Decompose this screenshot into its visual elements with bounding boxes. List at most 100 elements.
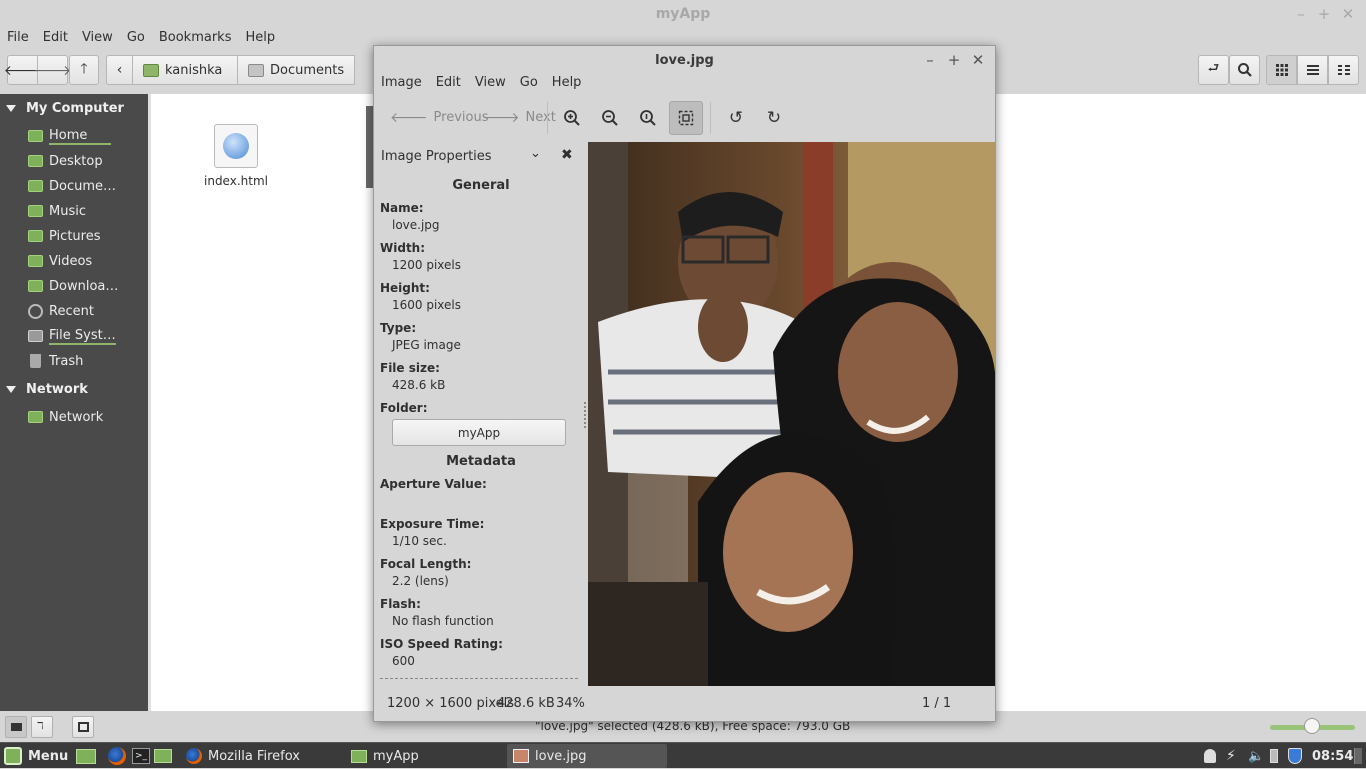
task-firefox[interactable]: Mozilla Firefox	[180, 744, 340, 768]
sidebar-item-home[interactable]: Home	[28, 126, 112, 146]
zoom-in-icon	[564, 110, 580, 126]
sidebar-item-label: Desktop	[49, 153, 103, 169]
zoom-out-button[interactable]	[593, 101, 627, 135]
status-page: 1 / 1	[922, 696, 952, 711]
image-canvas[interactable]	[588, 142, 995, 686]
zoom-in-button[interactable]	[555, 101, 589, 135]
minimize-icon[interactable]: –	[1293, 6, 1309, 22]
toggle-location-button[interactable]: ⮐	[1198, 55, 1229, 85]
zoom-slider-handle[interactable]	[1304, 718, 1320, 734]
close-icon[interactable]: ✕	[1340, 6, 1356, 22]
sidebar-item-downloads[interactable]: Downloa…	[28, 276, 118, 296]
compact-view-button[interactable]	[1328, 55, 1359, 85]
icon-view-button[interactable]	[1266, 55, 1297, 85]
menu-bookmarks[interactable]: Bookmarks	[152, 28, 239, 48]
menu-edit[interactable]: Edit	[429, 73, 468, 93]
menu-help[interactable]: Help	[545, 73, 589, 93]
firefox-icon	[108, 747, 126, 765]
prop-label: Exposure Time:	[380, 517, 485, 531]
window-title: love.jpg	[655, 52, 714, 68]
close-pane-icon[interactable]: ✖	[561, 147, 573, 163]
list-view-button[interactable]	[1297, 55, 1328, 85]
menu-go[interactable]: Go	[120, 28, 152, 48]
sidebar-item-videos[interactable]: Videos	[28, 251, 92, 271]
open-folder-button[interactable]: myApp	[392, 419, 566, 446]
minimize-icon[interactable]: –	[922, 51, 938, 69]
sidebar-item-filesystem[interactable]: File Syst…	[28, 326, 116, 346]
sidebar-item-network[interactable]: Network	[28, 407, 103, 427]
maximize-icon[interactable]: +	[946, 51, 962, 69]
task-label: love.jpg	[535, 748, 587, 764]
normal-size-button[interactable]	[631, 101, 665, 135]
terminal-launcher[interactable]: >_	[132, 743, 150, 769]
menu-edit[interactable]: Edit	[36, 28, 75, 48]
battery-icon[interactable]	[1270, 743, 1278, 769]
prop-exposure: 1/10 sec.	[392, 534, 447, 548]
menu-image[interactable]: Image	[374, 73, 429, 93]
sidebar-item-label: Downloa…	[49, 278, 119, 294]
menu-file[interactable]: File	[0, 28, 36, 48]
task-myapp[interactable]: myApp	[345, 744, 503, 768]
rotate-left-button[interactable]: ↺	[719, 101, 753, 135]
show-treeview-button[interactable]: ℸ	[31, 716, 53, 738]
sidebar-item-trash[interactable]: Trash	[28, 351, 83, 371]
menu-help[interactable]: Help	[238, 28, 282, 48]
up-button[interactable]: 🡑	[69, 55, 99, 85]
prop-type: JPEG image	[392, 338, 461, 352]
task-love-jpg[interactable]: love.jpg	[507, 744, 667, 768]
menu-button[interactable]: Menu	[4, 743, 68, 769]
sidebar-item-pictures[interactable]: Pictures	[28, 226, 100, 246]
user-icon[interactable]	[1204, 743, 1216, 769]
prop-label: Width:	[380, 241, 426, 255]
mint-logo-icon	[4, 747, 22, 765]
file-item[interactable]: index.html	[201, 124, 271, 188]
network-icon[interactable]: ⚡	[1226, 743, 1236, 769]
sidebar-item-desktop[interactable]: Desktop	[28, 151, 103, 171]
rotate-right-button[interactable]: ↻	[757, 101, 791, 135]
menu-go[interactable]: Go	[513, 73, 545, 93]
forward-button[interactable]: 🡒	[34, 55, 71, 85]
sound-icon[interactable]: 🔈	[1248, 743, 1264, 769]
maximize-icon[interactable]: +	[1316, 6, 1332, 22]
best-fit-button[interactable]	[669, 101, 703, 135]
show-places-button[interactable]	[5, 716, 27, 738]
sidebar-section-network[interactable]: Network	[0, 379, 88, 399]
chevron-left-icon: ‹	[116, 62, 123, 78]
drive-icon	[28, 330, 43, 342]
prop-label: Aperture Value:	[380, 477, 487, 491]
menu-view[interactable]: View	[468, 73, 513, 93]
rotate-right-icon: ↻	[766, 108, 782, 128]
sidebar-item-documents[interactable]: Docume…	[28, 176, 116, 196]
previous-button[interactable]: 🡐 Previous	[390, 101, 489, 133]
arrow-right-icon: 🡒	[33, 62, 72, 79]
path-button-home[interactable]: kanishka	[132, 55, 238, 85]
terminal-icon: >_	[132, 748, 150, 764]
sidebar-section-my-computer[interactable]: My Computer	[0, 98, 124, 118]
expander-down-icon	[6, 385, 16, 393]
sidebar-item-music[interactable]: Music	[28, 201, 86, 221]
zoom-out-icon	[602, 110, 618, 126]
clock[interactable]: 08:54	[1312, 743, 1353, 769]
hide-sidebar-button[interactable]	[72, 716, 94, 738]
home-folder-icon	[143, 63, 159, 77]
pane-resize-handle[interactable]	[584, 402, 587, 428]
desktop-icon	[76, 748, 96, 764]
show-desktop-launcher[interactable]	[76, 743, 96, 769]
search-button[interactable]	[1229, 55, 1260, 85]
sidebar-item-recent[interactable]: Recent	[28, 301, 94, 321]
desktop-folder-icon	[28, 155, 43, 167]
close-icon[interactable]: ✕	[970, 51, 986, 69]
path-button-documents[interactable]: Documents	[237, 55, 355, 85]
menu-view[interactable]: View	[75, 28, 120, 48]
home-folder-icon	[28, 130, 43, 142]
arrow-right-icon: 🡒	[482, 109, 520, 126]
recent-clock-icon	[28, 303, 43, 319]
files-launcher[interactable]	[154, 743, 172, 769]
path-scroll-left-button[interactable]: ‹	[106, 55, 133, 85]
next-button[interactable]: 🡒 Next	[482, 101, 556, 133]
section-label: My Computer	[26, 100, 124, 116]
firefox-launcher[interactable]	[108, 743, 126, 769]
shield-icon[interactable]	[1288, 743, 1302, 769]
chevron-down-icon[interactable]: ⌄	[530, 146, 541, 161]
show-desktop-corner[interactable]	[1354, 743, 1362, 769]
